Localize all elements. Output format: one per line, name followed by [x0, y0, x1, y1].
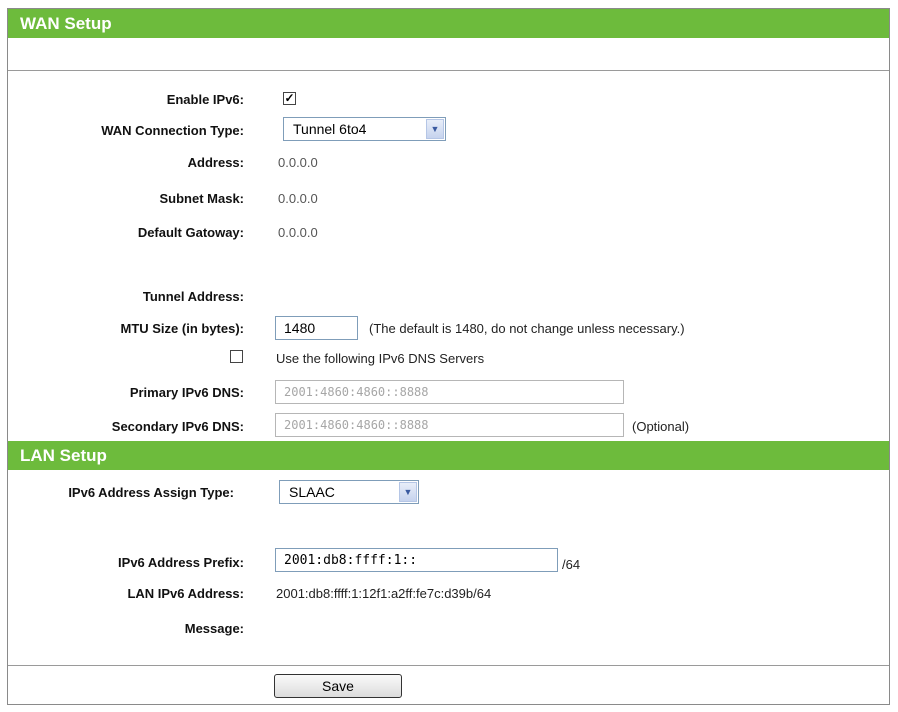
mtu-size-label: MTU Size (in bytes):: [120, 321, 244, 336]
mtu-size-hint: (The default is 1480, do not change unle…: [369, 321, 685, 336]
lan-setup-title: LAN Setup: [20, 445, 107, 465]
use-ipv6-dns-label: Use the following IPv6 DNS Servers: [276, 351, 485, 366]
mtu-size-value: 1480: [284, 320, 316, 336]
chevron-down-icon: ▼: [426, 119, 444, 139]
address-label: Address:: [187, 155, 244, 170]
chevron-down-icon: ▼: [399, 482, 417, 502]
primary-dns-input[interactable]: 2001:4860:4860::8888: [275, 380, 624, 404]
footer-divider: [8, 665, 889, 666]
ipv6-assign-type-label: IPv6 Address Assign Type:: [68, 485, 234, 500]
secondary-dns-input[interactable]: 2001:4860:4860::8888: [275, 413, 624, 437]
ipv6-prefix-label: IPv6 Address Prefix:: [118, 555, 244, 570]
use-ipv6-dns-checkbox[interactable]: [230, 350, 243, 363]
secondary-dns-optional-note: (Optional): [632, 419, 690, 434]
ipv6-prefix-suffix: /64: [562, 557, 581, 572]
mtu-size-input[interactable]: 1480: [275, 316, 358, 340]
wan-setup-header: WAN Setup: [8, 9, 889, 38]
lan-ipv6-address-value: 2001:db8:ffff:1:12f1:a2ff:fe7c:d39b/64: [276, 586, 492, 601]
ipv6-assign-type-value: SLAAC: [289, 484, 335, 500]
subnet-mask-value: 0.0.0.0: [278, 191, 318, 206]
subnet-mask-label: Subnet Mask:: [159, 191, 244, 206]
wan-connection-type-value: Tunnel 6to4: [293, 121, 367, 137]
check-icon: ✓: [284, 91, 295, 105]
message-label: Message:: [184, 621, 244, 636]
primary-dns-value: 2001:4860:4860::8888: [284, 385, 429, 399]
ipv6-prefix-input[interactable]: 2001:db8:ffff:1::: [275, 548, 558, 572]
save-button[interactable]: Save: [274, 674, 402, 698]
secondary-dns-value: 2001:4860:4860::8888: [284, 418, 429, 432]
secondary-dns-label: Secondary IPv6 DNS:: [111, 419, 244, 434]
enable-ipv6-label: Enable IPv6:: [166, 92, 244, 107]
default-gateway-label: Default Gatoway:: [137, 225, 244, 240]
ipv6-prefix-value: 2001:db8:ffff:1::: [284, 552, 418, 568]
enable-ipv6-checkbox[interactable]: ✓: [283, 92, 296, 105]
settings-panel: WAN Setup Enable IPv6: ✓ WAN Connection …: [7, 8, 890, 705]
default-gateway-value: 0.0.0.0: [278, 225, 318, 240]
wan-setup-title: WAN Setup: [20, 13, 112, 33]
primary-dns-label: Primary IPv6 DNS:: [129, 385, 244, 400]
wan-connection-type-select[interactable]: Tunnel 6to4 ▼: [283, 117, 446, 141]
tunnel-address-label: Tunnel Address:: [142, 289, 244, 304]
address-value: 0.0.0.0: [278, 155, 318, 170]
wan-connection-type-label: WAN Connection Type:: [101, 123, 244, 138]
wan-divider: [8, 70, 889, 71]
ipv6-assign-type-select[interactable]: SLAAC ▼: [279, 480, 419, 504]
lan-setup-header: LAN Setup: [8, 441, 889, 470]
lan-ipv6-address-label: LAN IPv6 Address:: [127, 586, 244, 601]
